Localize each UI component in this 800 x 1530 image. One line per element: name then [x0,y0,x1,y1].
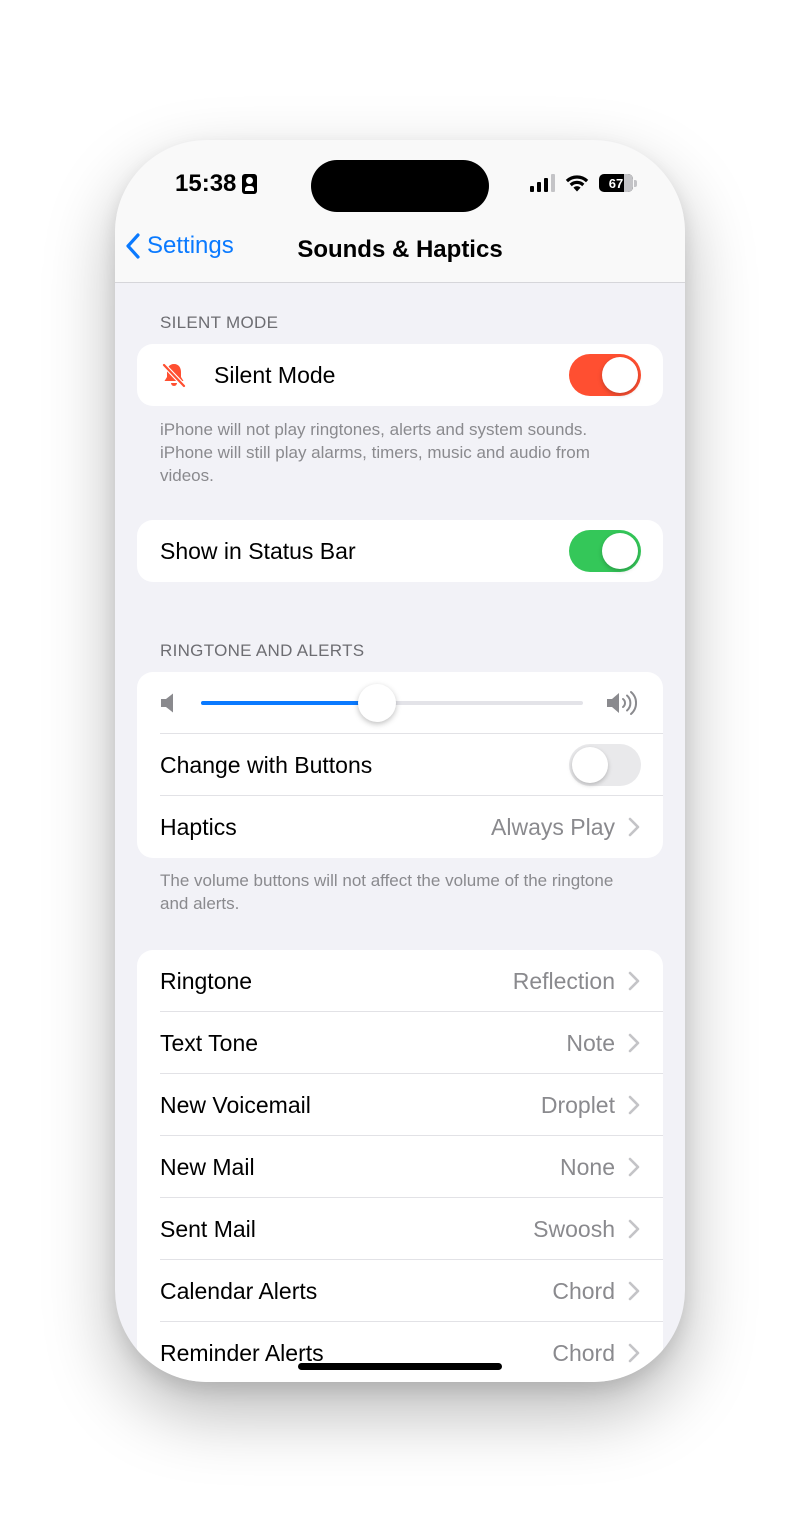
home-indicator[interactable] [298,1363,502,1370]
silent-mode-group: Silent Mode [137,344,663,406]
chevron-right-icon [628,1281,640,1301]
sound-row-value: None [560,1153,615,1180]
chevron-right-icon [628,1095,640,1115]
chevron-right-icon [628,1157,640,1177]
ringtone-alerts-group: Change with Buttons Haptics Always Play [137,672,663,858]
battery-icon: 67 [599,174,633,192]
volume-slider-row [137,672,663,734]
navigation-bar: 15:38 67 Settings Sounds & Haptics [115,140,685,283]
chevron-right-icon [628,1219,640,1239]
sound-row-value: Chord [552,1339,615,1366]
sound-row-value: Reflection [512,967,615,994]
change-with-buttons-toggle[interactable] [569,744,641,786]
status-bar-group: Show in Status Bar [137,520,663,582]
battery-level: 67 [608,175,624,191]
volume-low-icon [161,693,173,713]
status-time: 15:38 [175,170,258,198]
ringtone-alerts-footer: The volume buttons will not affect the v… [160,871,614,913]
sound-row-value: Swoosh [533,1215,615,1242]
sound-row-value: Chord [552,1277,615,1304]
haptics-value: Always Play [491,813,615,840]
sound-row-label: Ringtone [160,967,253,994]
sound-row-new-voicemail[interactable]: New Voicemail Droplet [137,1074,663,1136]
silent-mode-section-header: SILENT MODE [160,313,279,332]
chevron-right-icon [628,817,640,837]
haptics-row[interactable]: Haptics Always Play [137,796,663,858]
show-in-status-bar-row: Show in Status Bar [137,520,663,582]
sound-row-label: New Voicemail [160,1091,311,1118]
status-indicators: 67 [530,174,637,192]
show-in-status-bar-label: Show in Status Bar [160,537,356,564]
sound-row-sent-mail[interactable]: Sent Mail Swoosh [137,1198,663,1260]
haptics-label: Haptics [160,813,237,840]
chevron-right-icon [628,1033,640,1053]
silent-mode-toggle[interactable] [569,354,641,396]
sound-row-calendar-alerts[interactable]: Calendar Alerts Chord [137,1260,663,1322]
chevron-right-icon [628,971,640,991]
volume-high-icon [607,691,638,715]
change-with-buttons-row: Change with Buttons [137,734,663,796]
silent-mode-footer: iPhone will not play ringtones, alerts a… [160,420,590,485]
show-in-status-bar-toggle[interactable] [569,530,641,572]
silent-mode-label: Silent Mode [214,361,336,388]
sound-row-label: Text Tone [160,1029,259,1056]
cellular-signal-icon [530,174,555,192]
change-with-buttons-label: Change with Buttons [160,751,373,778]
bell-slash-icon [161,362,187,389]
focus-id-icon [242,174,258,194]
sound-row-value: Note [566,1029,615,1056]
sound-row-ringtone[interactable]: Ringtone Reflection [137,950,663,1012]
volume-slider[interactable] [201,684,583,722]
sound-row-reminder-alerts[interactable]: Reminder Alerts Chord [137,1322,663,1382]
dynamic-island [311,160,489,212]
sound-row-label: Sent Mail [160,1215,256,1242]
page-title: Sounds & Haptics [297,236,503,263]
sound-row-value: Droplet [540,1091,615,1118]
phone-screen: 15:38 67 Settings Sounds & Haptics SILEN… [115,140,685,1382]
ringtone-alerts-section-header: RINGTONE AND ALERTS [160,641,365,660]
chevron-right-icon [628,1343,640,1363]
sound-row-label: Calendar Alerts [160,1277,318,1304]
wifi-icon [565,175,589,192]
volume-slider-fill [201,701,377,705]
silent-mode-row: Silent Mode [137,344,663,406]
sound-row-label: New Mail [160,1153,255,1180]
sound-row-new-mail[interactable]: New Mail None [137,1136,663,1198]
sound-row-text-tone[interactable]: Text Tone Note [137,1012,663,1074]
status-time-label: 15:38 [175,170,237,197]
sounds-group: Ringtone Reflection Text Tone Note New V… [137,950,663,1382]
volume-slider-knob[interactable] [357,684,396,722]
